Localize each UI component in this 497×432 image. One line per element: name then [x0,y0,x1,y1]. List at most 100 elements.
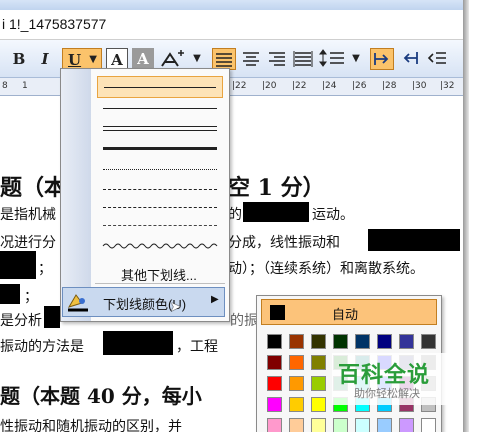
line-spacing-button[interactable] [318,48,348,70]
color-swatch[interactable] [267,376,282,391]
menu-divider [95,283,225,284]
chevron-right-icon: ▶ [211,294,219,305]
chevron-down-icon[interactable]: ▼ [190,48,204,70]
color-swatch[interactable] [311,334,326,349]
justify-button[interactable] [212,48,236,70]
auto-color-button[interactable]: 自动 [261,299,437,325]
window-top-strip [0,0,463,10]
heading-1-end: 空 1 分） [228,175,325,201]
color-swatch[interactable] [399,418,414,432]
line-spacing-icon [319,49,344,67]
color-swatch[interactable] [355,334,370,349]
underline-sample [103,130,217,131]
underline-option-dash[interactable] [97,183,223,197]
doc-text: 是指机械 [0,207,56,223]
color-swatch[interactable] [311,418,326,432]
doc-text: 运动。 [312,207,354,223]
underline-dropdown-menu: 其他下划线... [60,68,230,322]
center-align-icon [243,52,259,66]
color-swatch[interactable] [267,418,282,432]
doc-text: 性振动和随机振动的区别，并 [0,419,182,432]
distributed-align-button[interactable] [292,48,314,70]
ruler-tick: |22 [292,81,307,91]
ruler-tick: |28 [382,81,397,91]
color-swatch[interactable] [377,418,392,432]
watermark: 百科全说 助你轻松解决 [332,353,460,405]
ruler-tick: |22 [232,81,247,91]
ruler-tick: 8 [2,81,8,91]
watermark-subtitle: 助你轻松解决 [354,387,420,400]
underline-sample [103,189,217,190]
doc-text: ，工程 [176,339,218,355]
color-swatch[interactable] [289,334,304,349]
color-swatch[interactable] [399,334,414,349]
rtl-direction-icon [403,52,418,64]
underline-option-wave[interactable] [97,237,223,251]
character-scale-button[interactable] [158,48,186,70]
underline-option-dot-dot-dash[interactable] [97,219,223,233]
torn-page-edge [463,0,497,432]
color-swatch[interactable] [421,418,436,432]
underline-option-dotted[interactable] [97,163,223,177]
color-swatch[interactable] [355,418,370,432]
right-align-button[interactable] [266,48,288,70]
underline-sample [104,87,216,88]
color-swatch[interactable] [311,397,326,412]
color-swatch[interactable] [333,418,348,432]
italic-button[interactable]: I [36,48,54,70]
doc-text: 况进行分 [0,235,56,251]
ruler-tick: |32 [440,81,455,91]
underline-sample [103,147,217,150]
color-swatch[interactable] [311,376,326,391]
more-underlines-item[interactable]: 其他下划线... [121,265,197,284]
ruler-tick: 1 [22,81,28,91]
underline-sample [103,225,217,226]
redaction-block [368,229,460,251]
chevron-down-icon[interactable]: ▼ [350,48,362,70]
mouse-cursor-icon: ➤ [170,300,181,315]
color-swatch[interactable] [289,418,304,432]
character-border-button[interactable]: A [106,48,128,70]
ruler-tick: |26 [352,81,367,91]
underline-option-single[interactable] [97,76,223,98]
distributed-align-icon [293,51,313,67]
character-shading-button[interactable]: A [132,48,154,70]
doc-text: 的 [228,207,242,223]
auto-color-label: 自动 [332,307,359,322]
color-swatch[interactable] [333,334,348,349]
auto-color-swatch [270,305,285,320]
color-swatch[interactable] [289,376,304,391]
center-align-button[interactable] [240,48,262,70]
outdent-button[interactable] [426,48,448,70]
underline-sample [103,108,217,109]
doc-text: 是分析 [0,313,42,329]
color-swatch[interactable] [289,355,304,370]
justify-icon [216,53,232,67]
underline-color-item[interactable]: 下划线颜色(U) ▶ ➤ [62,287,225,317]
underline-option-thick[interactable] [97,141,223,157]
ltr-direction-button[interactable] [370,48,394,70]
color-swatch[interactable] [267,397,282,412]
menu-gutter [61,69,91,321]
color-swatch[interactable] [289,397,304,412]
redaction-block [0,284,20,304]
underline-option-dot-dash[interactable] [97,201,223,215]
color-swatch[interactable] [267,334,282,349]
doc-text: 振动的方法是 [0,339,84,355]
heading-1: 题（本 [0,175,67,201]
color-swatch[interactable] [267,355,282,370]
color-swatch[interactable] [377,334,392,349]
bold-button[interactable]: B [10,48,28,70]
redaction-block [243,202,309,222]
color-swatch[interactable] [311,355,326,370]
redaction-block [44,306,60,328]
doc-text: ； [38,261,52,277]
color-swatch[interactable] [421,334,436,349]
underline-option-words[interactable] [97,102,223,116]
underline-button[interactable]: U ▼ [62,48,102,70]
rtl-direction-button[interactable] [398,48,422,70]
underline-option-double[interactable] [97,121,223,137]
word-window: i 1!_1475837577 B I U ▼ A A ▼ ▼ 8 1 |22 … [0,0,463,432]
redaction-block [0,251,36,279]
wave-underline-icon [102,243,218,249]
